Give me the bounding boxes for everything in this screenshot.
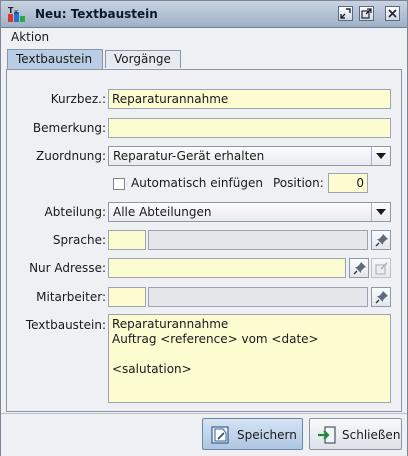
abteilung-value: Alle Abteilungen — [113, 205, 212, 219]
zuordnung-label: Zuordnung: — [36, 149, 106, 163]
close-button[interactable]: Schließen — [309, 418, 402, 450]
edit-icon[interactable] — [371, 258, 391, 278]
mitarbeiter-name-field — [148, 287, 368, 307]
sprache-label: Sprache: — [52, 233, 106, 247]
menu-bar: Aktion — [1, 28, 407, 46]
bemerkung-label: Bemerkung: — [32, 121, 106, 135]
maximize-icon[interactable] — [359, 6, 374, 21]
sprache-name-field — [148, 230, 368, 250]
nur-adresse-field[interactable] — [108, 258, 346, 278]
kurzbez-label: Kurzbez.: — [50, 92, 106, 106]
nur-adresse-label: Nur Adresse: — [29, 261, 106, 275]
abteilung-label: Abteilung: — [44, 205, 106, 219]
close-icon[interactable] — [385, 6, 400, 21]
nur-adresse-pin-icon[interactable] — [349, 258, 369, 278]
mitarbeiter-pin-icon[interactable] — [371, 287, 391, 307]
tab-vorgaenge[interactable]: Vorgänge — [105, 50, 181, 68]
abteilung-select[interactable]: Alle Abteilungen — [108, 202, 391, 222]
button-bar: Speichern Schließen — [1, 413, 407, 456]
exit-icon — [318, 426, 336, 444]
app-logo-icon: T x — [7, 5, 29, 23]
automatisch-checkbox[interactable] — [113, 178, 125, 190]
save-button-label: Speichern — [237, 428, 297, 442]
mitarbeiter-label: Mitarbeiter: — [36, 290, 106, 304]
tab-textbaustein[interactable]: Textbaustein — [7, 49, 103, 70]
zuordnung-select[interactable]: Reparatur-Gerät erhalten — [108, 146, 391, 166]
textbaustein-textarea[interactable]: Reparaturannahme Auftrag <reference> vom… — [108, 314, 391, 403]
tab-panel: Kurzbez.: Reparaturannahme Bemerkung: Zu… — [6, 69, 402, 412]
position-field[interactable]: 0 — [328, 173, 368, 193]
bemerkung-field[interactable] — [108, 118, 391, 138]
sprache-pin-icon[interactable] — [371, 230, 391, 250]
window-title: Neu: Textbaustein — [35, 7, 158, 21]
save-icon — [211, 426, 229, 444]
chevron-down-icon[interactable] — [371, 203, 390, 221]
save-button[interactable]: Speichern — [202, 418, 303, 450]
textbaustein-label: Textbaustein: — [25, 318, 106, 332]
sprache-code-field[interactable] — [108, 230, 146, 250]
close-button-label: Schließen — [342, 428, 401, 442]
automatisch-label: Automatisch einfügen — [131, 176, 263, 190]
svg-text:x: x — [14, 8, 18, 16]
dialog-window: T x Neu: Textbaustein Aktion Textbaustei… — [0, 0, 408, 456]
kurzbez-field[interactable]: Reparaturannahme — [108, 89, 391, 109]
menu-aktion[interactable]: Aktion — [11, 30, 49, 44]
position-label: Position: — [273, 176, 324, 190]
chevron-down-icon[interactable] — [371, 147, 390, 165]
mitarbeiter-code-field[interactable] — [108, 287, 146, 307]
zuordnung-value: Reparatur-Gerät erhalten — [113, 149, 265, 163]
minimize-icon[interactable] — [338, 6, 353, 21]
title-bar[interactable]: T x Neu: Textbaustein — [1, 1, 407, 28]
